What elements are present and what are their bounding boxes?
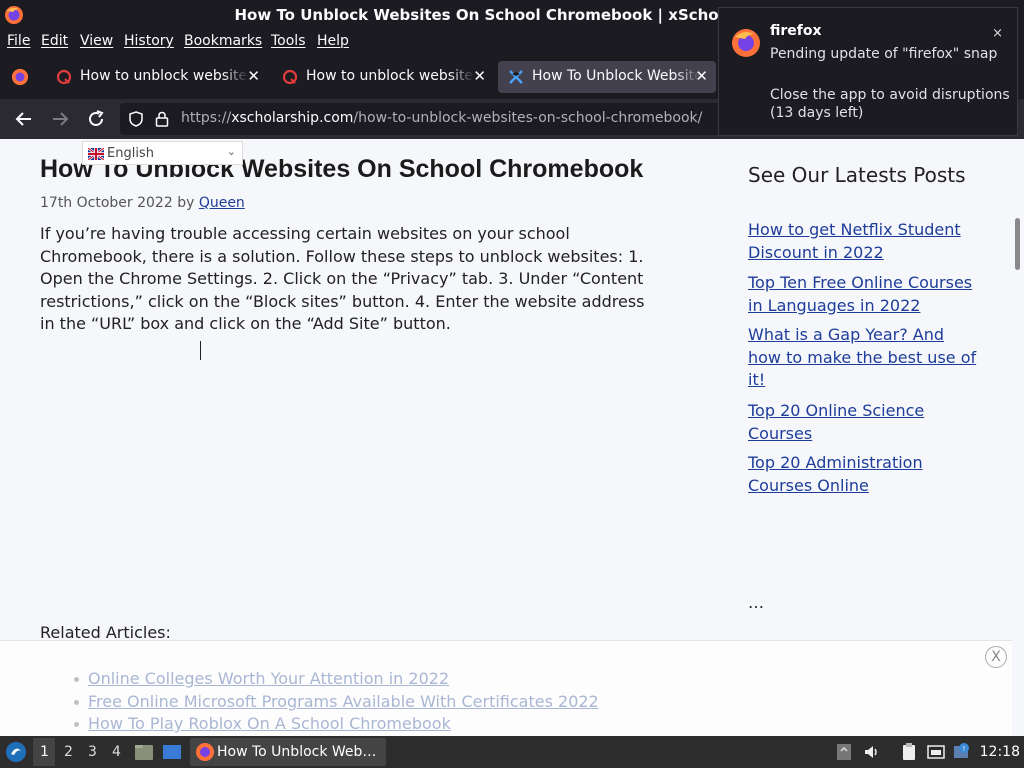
firefox-icon xyxy=(196,743,214,761)
storage-icon[interactable] xyxy=(834,742,854,762)
update-notification[interactable]: firefox Pending update of "firefox" snap… xyxy=(718,7,1018,136)
article-date: 17th October 2022 xyxy=(40,195,173,211)
menu-tools[interactable]: Tools xyxy=(271,33,306,49)
list-bullet xyxy=(74,722,79,727)
language-label: English xyxy=(107,146,154,161)
firefox-icon xyxy=(732,29,760,57)
network-icon[interactable] xyxy=(926,742,946,762)
article-by: by xyxy=(177,195,195,211)
notification-message: Pending update of "firefox" snap xyxy=(770,46,998,62)
svg-text:!: ! xyxy=(963,745,966,753)
sidebar-post-link[interactable]: Top 20 Online Science Courses xyxy=(748,400,978,445)
language-selector[interactable]: English ⌄ xyxy=(82,141,243,165)
back-icon[interactable] xyxy=(12,107,36,131)
text-cursor xyxy=(200,341,201,360)
clock: 12:18 xyxy=(979,744,1020,760)
reload-icon[interactable] xyxy=(84,107,108,131)
start-menu-icon[interactable] xyxy=(5,741,27,763)
scrollbar-thumb[interactable] xyxy=(1015,218,1020,270)
article-meta: 17th October 2022 by Queen xyxy=(40,195,245,211)
chevron-down-icon: ⌄ xyxy=(226,145,236,158)
url-text[interactable]: https://xscholarship.com/how-to-unblock-… xyxy=(181,110,702,126)
tab-label: How To Unblock Websites xyxy=(532,68,700,84)
firefox-view-icon[interactable] xyxy=(11,68,29,86)
sidebar-title: See Our Latests Posts xyxy=(748,163,966,187)
notification-close-button[interactable]: × xyxy=(992,26,1003,41)
related-article-link[interactable]: How To Play Roblox On A School Chromeboo… xyxy=(88,714,451,733)
volume-icon[interactable] xyxy=(862,742,882,762)
notification-detail: Close the app to avoid disruptions (13 d… xyxy=(770,87,1010,121)
notification-title: firefox xyxy=(770,23,822,39)
sidebar-post-link[interactable]: How to get Netflix Student Discount in 2… xyxy=(748,219,978,264)
url-bar[interactable]: https://xscholarship.com/how-to-unblock-… xyxy=(120,103,720,135)
quora-icon xyxy=(282,69,298,85)
menu-view[interactable]: View xyxy=(80,33,113,49)
tab-xscholarship[interactable]: How To Unblock Websites ✕ xyxy=(498,61,716,93)
article-body: If you’re having trouble accessing certa… xyxy=(40,224,645,334)
url-host: xscholarship.com xyxy=(231,110,354,126)
url-scheme: https:// xyxy=(181,110,232,126)
taskbar-window-label: How To Unblock Web… xyxy=(217,744,377,760)
sticky-overlay: Online Colleges Worth Your Attention in … xyxy=(0,640,1012,736)
sidebar-post-link[interactable]: Top 20 Administration Courses Online xyxy=(748,452,978,497)
related-article-link[interactable]: Free Online Microsoft Programs Available… xyxy=(88,692,599,711)
url-path: /how-to-unblock-websites-on-school-chrom… xyxy=(353,110,703,126)
page-content: How To Unblock Websites On School Chrome… xyxy=(0,139,1012,736)
update-notifier-icon[interactable]: ! xyxy=(952,742,972,762)
lock-icon[interactable] xyxy=(154,110,170,128)
close-icon[interactable]: ✕ xyxy=(247,67,260,85)
menu-bookmarks[interactable]: Bookmarks xyxy=(184,33,262,49)
workspace-4[interactable]: 4 xyxy=(112,744,121,760)
xscholarship-icon xyxy=(509,70,523,84)
close-icon[interactable]: ✕ xyxy=(695,67,708,85)
related-article-link[interactable]: Online Colleges Worth Your Attention in … xyxy=(88,669,449,688)
sidebar-post-link[interactable]: Top Ten Free Online Courses in Languages… xyxy=(748,272,978,317)
menu-history[interactable]: History xyxy=(124,33,174,49)
menu-file[interactable]: File xyxy=(7,33,30,49)
sidebar-more: … xyxy=(748,593,764,612)
overlay-close-button[interactable]: X xyxy=(985,646,1007,668)
forward-icon[interactable] xyxy=(48,107,72,131)
workspace-2[interactable]: 2 xyxy=(64,744,73,760)
workspace-3[interactable]: 3 xyxy=(88,744,97,760)
tab-quora-1[interactable]: How to unblock websites ✕ xyxy=(46,61,268,93)
tab-label: How to unblock websites xyxy=(80,68,248,84)
menu-edit[interactable]: Edit xyxy=(41,33,68,49)
workspace-1[interactable]: 1 xyxy=(40,744,49,760)
close-icon[interactable]: ✕ xyxy=(473,67,486,85)
sidebar-post-link[interactable]: What is a Gap Year? And how to make the … xyxy=(748,324,978,392)
clipboard-icon[interactable] xyxy=(899,742,919,762)
list-bullet xyxy=(74,677,79,682)
tracking-shield-icon[interactable] xyxy=(127,110,145,128)
tab-label: How to unblock websites xyxy=(306,68,474,84)
desktop-icon[interactable] xyxy=(162,742,182,762)
uk-flag-icon xyxy=(88,148,104,160)
taskbar-firefox-window[interactable]: How To Unblock Web… xyxy=(190,738,386,766)
file-manager-icon[interactable] xyxy=(134,742,154,762)
menu-help[interactable]: Help xyxy=(317,33,349,49)
tab-quora-2[interactable]: How to unblock websites ✕ xyxy=(272,61,494,93)
taskbar: 1 2 3 4 How To Unblock Web… ! 12:18 xyxy=(0,736,1024,768)
quora-icon xyxy=(56,69,72,85)
list-bullet xyxy=(74,700,79,705)
author-link[interactable]: Queen xyxy=(199,195,245,211)
